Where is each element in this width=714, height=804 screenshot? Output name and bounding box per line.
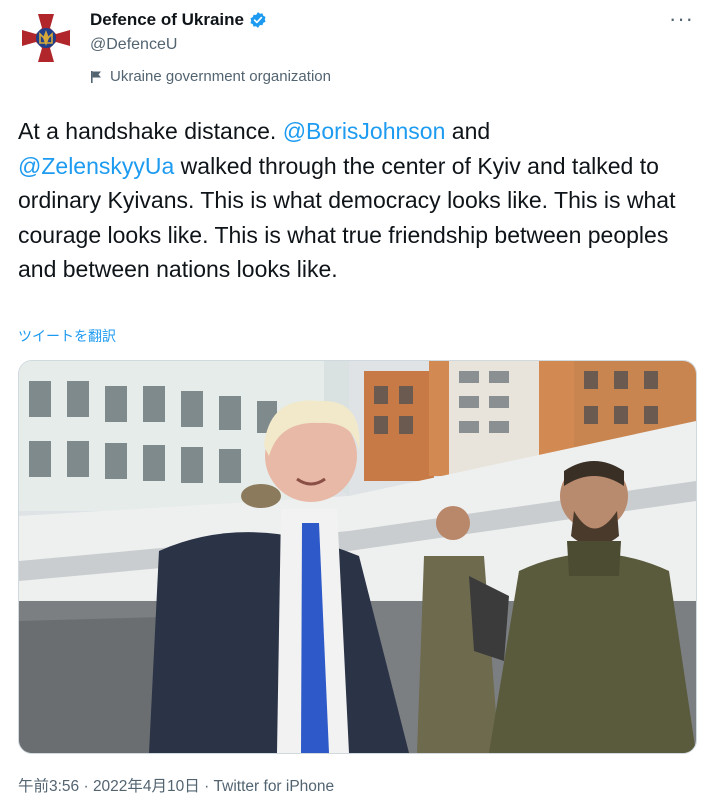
- account-name[interactable]: Defence of Ukraine: [90, 10, 267, 30]
- photo-illustration: [19, 361, 696, 753]
- tweet-text: At a handshake distance. @BorisJohnson a…: [18, 114, 698, 287]
- account-handle[interactable]: @DefenceU: [90, 36, 177, 54]
- tweet-text-part-2: and: [445, 118, 491, 144]
- mention-zelenskyy[interactable]: @ZelenskyyUa: [18, 153, 174, 179]
- display-name[interactable]: Defence of Ukraine: [90, 10, 244, 30]
- more-options-icon[interactable]: ···: [669, 6, 694, 32]
- avatar[interactable]: [18, 10, 74, 66]
- tweet-photo[interactable]: [18, 360, 697, 754]
- translate-tweet-link[interactable]: ツイートを翻訳: [18, 326, 116, 346]
- tweet-timestamp[interactable]: 午前3:56 · 2022年4月10日 · Twitter for iPhone: [18, 774, 334, 796]
- account-label: Ukraine government organization: [90, 68, 331, 85]
- verified-badge-icon: [249, 11, 267, 29]
- defence-emblem-icon: [18, 10, 74, 66]
- flag-icon: [90, 70, 102, 84]
- tweet-text-part-1: At a handshake distance.: [18, 118, 283, 144]
- mention-boris-johnson[interactable]: @BorisJohnson: [283, 118, 446, 144]
- org-label-text: Ukraine government organization: [110, 68, 331, 85]
